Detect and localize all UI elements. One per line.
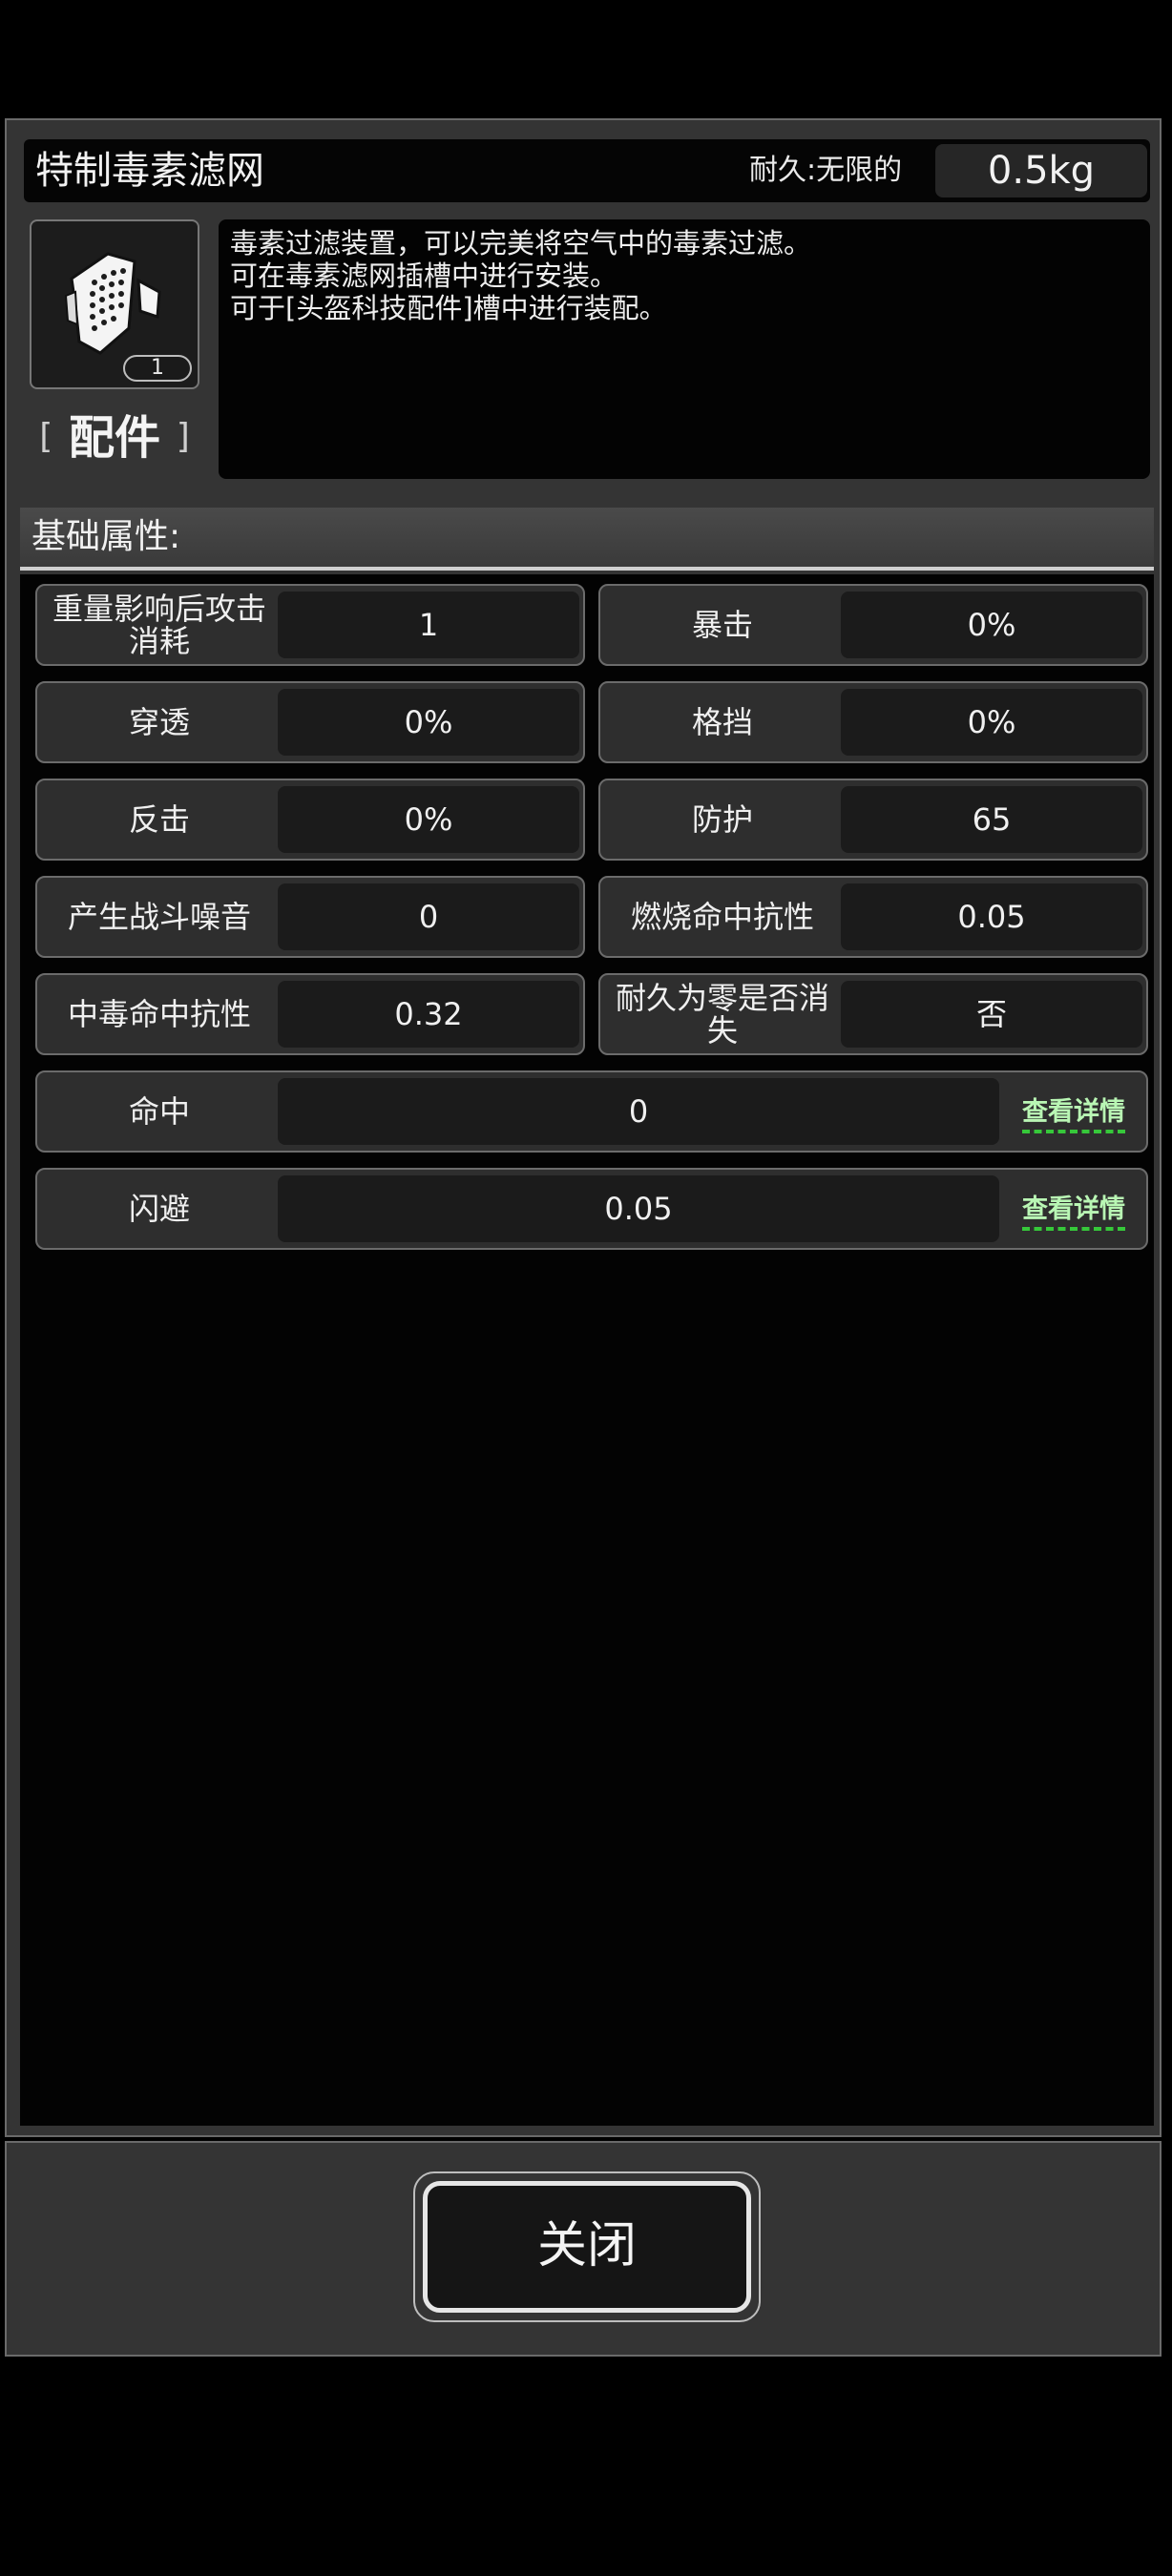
attr-cell-combat-noise: 产生战斗噪音 0 [35,876,585,958]
description-line: 毒素过滤装置，可以完美将空气中的毒素过滤。 [230,227,812,260]
attr-label: 燃烧命中抗性 [630,899,814,935]
attributes-area: 重量影响后攻击消耗 1 暴击 0% 穿透 0% 格挡 0% 反击 0% 防护 6 [20,574,1154,2126]
attr-value: 0% [841,689,1142,756]
filter-mask-icon [64,252,161,355]
attr-cell-vanish-on-zero: 耐久为零是否消失 否 [598,973,1148,1055]
basic-attributes-header: 基础属性: [20,508,1154,571]
attr-cell-evasion: 闪避 0.05 查看详情 [35,1168,1148,1250]
view-details-label: 查看详情 [1022,1091,1125,1133]
item-count-badge: 1 [123,355,192,382]
title-bar: 特制毒素滤网 耐久:无限的 0.5kg [24,139,1150,202]
attr-value: 0% [278,689,579,756]
close-button-frame: 关闭 [413,2171,761,2322]
category-text: 配件 [68,411,160,465]
attr-cell-critical: 暴击 0% [598,584,1148,666]
attr-label: 反击 [128,801,190,838]
attr-cell-accuracy: 命中 0 查看详情 [35,1070,1148,1153]
attr-cell-weight-attack-cost: 重量影响后攻击消耗 1 [35,584,585,666]
attr-cell-burn-resist: 燃烧命中抗性 0.05 [598,876,1148,958]
description-line: 可在毒素滤网插槽中进行安装。 [230,260,618,292]
attr-value: 1 [278,592,579,658]
item-category: [ 配件 ] [30,406,199,467]
item-detail-panel: 特制毒素滤网 耐久:无限的 0.5kg 1 [配件] 毒素过滤装置，可以完美… [5,118,1162,2137]
attr-value: 0% [841,592,1142,658]
item-detail-screen: 特制毒素滤网 耐久:无限的 0.5kg 1 [配件] 毒素过滤装置，可以完美… [0,0,1172,2576]
attr-cell-protection: 防护 65 [598,779,1148,861]
attr-value: 65 [841,786,1142,853]
attr-label: 耐久为零是否消失 [615,980,829,1049]
attr-value: 0 [278,1078,999,1145]
item-description: 毒素过滤装置，可以完美将空气中的毒素过滤。 可在毒素滤网插槽中进行安装。 可于[… [219,219,1150,479]
attr-value: 0.32 [278,981,579,1048]
attr-cell-poison-resist: 中毒命中抗性 0.32 [35,973,585,1055]
description-line: 可于[头盔科技配件]槽中进行装配。 [230,292,667,324]
item-name: 特制毒素滤网 [35,149,264,193]
view-details-button[interactable]: 查看详情 [1005,1072,1142,1151]
weight-value: 0.5kg [935,144,1147,197]
footer-bar: 关闭 [5,2141,1162,2357]
attr-label: 中毒命中抗性 [67,996,251,1032]
attr-cell-block: 格挡 0% [598,681,1148,763]
item-icon-frame: 1 [30,219,199,389]
attr-label: 闪避 [128,1191,190,1227]
attr-label: 穿透 [128,704,190,740]
attr-label: 命中 [128,1093,190,1130]
attr-value: 0 [278,883,579,950]
attr-cell-penetration: 穿透 0% [35,681,585,763]
view-details-button[interactable]: 查看详情 [1005,1170,1142,1248]
close-button[interactable]: 关闭 [423,2181,751,2313]
attr-value: 否 [841,981,1142,1048]
durability-label: 耐久:无限的 [749,154,903,187]
attr-value: 0.05 [278,1175,999,1242]
view-details-label: 查看详情 [1022,1188,1125,1231]
category-bracket-right: ] [176,417,190,456]
attr-value: 0.05 [841,883,1142,950]
attr-value: 0% [278,786,579,853]
attr-label: 防护 [691,801,753,838]
attr-label: 格挡 [691,704,753,740]
attr-label: 暴击 [691,607,753,643]
attr-cell-counter: 反击 0% [35,779,585,861]
attr-label: 重量影响后攻击消耗 [52,591,266,659]
attr-label: 产生战斗噪音 [67,899,251,935]
category-bracket-left: [ [39,417,53,456]
